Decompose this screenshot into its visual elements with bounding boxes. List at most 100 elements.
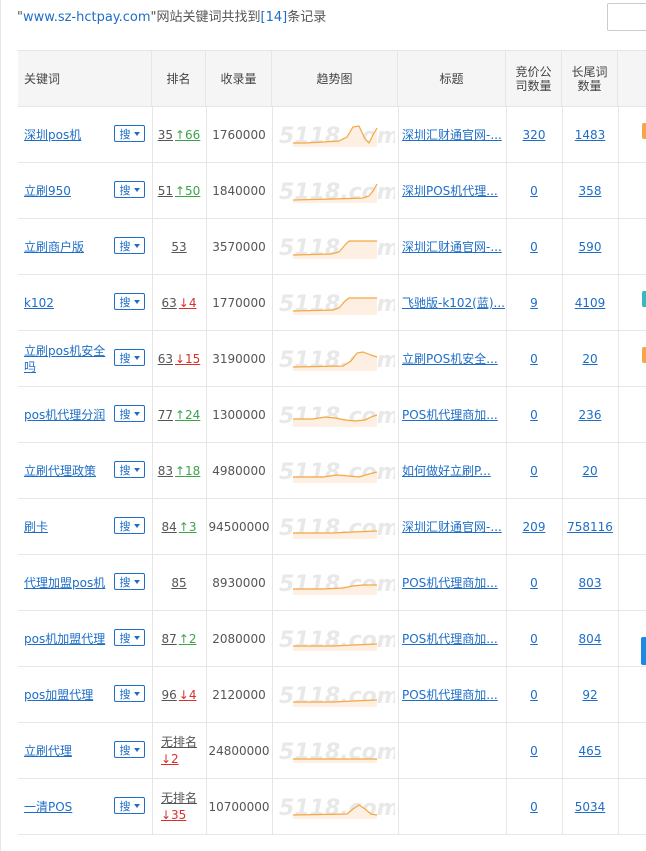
longtail-count[interactable]: 804 xyxy=(562,611,618,666)
search-dropdown-button[interactable]: 搜 xyxy=(114,573,145,590)
keyword-link[interactable]: pos加盟代理 xyxy=(24,667,110,722)
rank-cell[interactable]: 无排名 ↓35 xyxy=(152,779,206,834)
trend-chart[interactable]: 5118.com xyxy=(272,275,398,330)
competitor-count[interactable]: 9 xyxy=(506,275,562,330)
rank-cell[interactable]: 35 ↑66 xyxy=(152,107,206,162)
keyword-link[interactable]: 立刷950 xyxy=(24,163,110,218)
search-dropdown-button[interactable]: 搜 xyxy=(114,125,145,142)
search-dropdown-button[interactable]: 搜 xyxy=(114,461,145,478)
competitor-count[interactable]: 0 xyxy=(506,219,562,274)
search-dropdown-button[interactable]: 搜 xyxy=(114,237,145,254)
page-title-link[interactable]: POS机代理商加... xyxy=(402,555,506,610)
rank-cell[interactable]: 63 ↓15 xyxy=(152,331,206,386)
search-dropdown-button[interactable]: 搜 xyxy=(114,349,145,366)
longtail-count[interactable]: 5034 xyxy=(562,779,618,834)
competitor-count[interactable]: 320 xyxy=(506,107,562,162)
page-title-link[interactable]: 飞驰版-k102(蓝)... xyxy=(402,275,506,330)
keyword-link[interactable]: 代理加盟pos机 xyxy=(24,555,110,610)
page-title-link[interactable]: POS机代理商加... xyxy=(402,667,506,722)
keyword-link[interactable]: 刷卡 xyxy=(24,499,110,554)
trend-chart[interactable]: 5118.com xyxy=(272,443,398,498)
keyword-link[interactable]: 立刷商户版 xyxy=(24,219,110,274)
longtail-count[interactable]: 590 xyxy=(562,219,618,274)
rank-cell[interactable]: 51 ↑50 xyxy=(152,163,206,218)
keyword-link[interactable]: 深圳pos机 xyxy=(24,107,110,162)
col-competitors[interactable]: 竞价公 司数量 xyxy=(506,51,562,106)
rank-cell[interactable]: 63 ↓4 xyxy=(152,275,206,330)
page-title-link[interactable]: 如何做好立刷P... xyxy=(402,443,506,498)
competitor-count[interactable]: 0 xyxy=(506,611,562,666)
longtail-count[interactable]: 1483 xyxy=(562,107,618,162)
page-title-link[interactable] xyxy=(402,779,506,834)
side-float-button[interactable] xyxy=(641,637,646,665)
longtail-count[interactable]: 758116 xyxy=(562,499,618,554)
rank-cell[interactable]: 77 ↑24 xyxy=(152,387,206,442)
trend-chart[interactable]: 5118.com xyxy=(272,107,398,162)
keyword-link[interactable]: 立刷pos机安全吗 xyxy=(24,331,110,386)
page-title-link[interactable]: 深圳POS机代理... xyxy=(402,163,506,218)
trend-chart[interactable]: 5118.com xyxy=(272,387,398,442)
competitor-count[interactable]: 0 xyxy=(506,779,562,834)
competitor-count[interactable]: 0 xyxy=(506,163,562,218)
search-dropdown-button[interactable]: 搜 xyxy=(114,741,145,758)
trend-chart[interactable]: 5118.com xyxy=(272,163,398,218)
keyword-link[interactable]: k102 xyxy=(24,275,110,330)
competitor-count[interactable]: 0 xyxy=(506,723,562,778)
page-title-link[interactable]: POS机代理商加... xyxy=(402,387,506,442)
rank-cell[interactable]: 85 xyxy=(152,555,206,610)
keyword-link[interactable]: 一清POS xyxy=(24,779,110,834)
longtail-count[interactable]: 20 xyxy=(562,331,618,386)
search-dropdown-button[interactable]: 搜 xyxy=(114,293,145,310)
competitor-count[interactable]: 209 xyxy=(506,499,562,554)
rank-cell[interactable]: 96 ↓4 xyxy=(152,667,206,722)
trend-chart[interactable]: 5118.com xyxy=(272,667,398,722)
page-title-link[interactable]: 深圳汇财通官网-... xyxy=(402,107,506,162)
col-count[interactable]: 收录量 xyxy=(206,51,272,106)
page-title-link[interactable]: POS机代理商加... xyxy=(402,611,506,666)
export-select[interactable] xyxy=(607,3,646,31)
trend-chart[interactable]: 5118.com xyxy=(272,331,398,386)
longtail-count[interactable]: 4109 xyxy=(562,275,618,330)
site-link[interactable]: www.sz-hctpay.com xyxy=(23,10,151,25)
keyword-link[interactable]: pos机代理分润 xyxy=(24,387,110,442)
trend-chart[interactable]: 5118.com xyxy=(272,723,398,778)
competitor-count[interactable]: 0 xyxy=(506,443,562,498)
rank-cell[interactable]: 84 ↑3 xyxy=(152,499,206,554)
keyword-link[interactable]: pos机加盟代理 xyxy=(24,611,110,666)
longtail-count[interactable]: 236 xyxy=(562,387,618,442)
longtail-count[interactable]: 465 xyxy=(562,723,618,778)
longtail-count[interactable]: 803 xyxy=(562,555,618,610)
rank-cell[interactable]: 83 ↑18 xyxy=(152,443,206,498)
keyword-link[interactable]: 立刷代理政策 xyxy=(24,443,110,498)
search-dropdown-button[interactable]: 搜 xyxy=(114,629,145,646)
competitor-count[interactable]: 0 xyxy=(506,667,562,722)
col-rank[interactable]: 排名 xyxy=(152,51,206,106)
rank-cell[interactable]: 无排名 ↓2 xyxy=(152,723,206,778)
trend-chart[interactable]: 5118.com xyxy=(272,219,398,274)
longtail-count[interactable]: 358 xyxy=(562,163,618,218)
trend-chart[interactable]: 5118.com xyxy=(272,611,398,666)
competitor-count[interactable]: 0 xyxy=(506,555,562,610)
keyword-link[interactable]: 立刷代理 xyxy=(24,723,110,778)
status-badge xyxy=(642,347,646,363)
page-title-link[interactable]: 深圳汇财通官网-... xyxy=(402,219,506,274)
col-longtail[interactable]: 长尾词 数量 xyxy=(562,51,618,106)
trend-chart[interactable]: 5118.com xyxy=(272,499,398,554)
page-title-link[interactable]: 立刷POS机安全... xyxy=(402,331,506,386)
page-title-link[interactable] xyxy=(402,723,506,778)
longtail-count[interactable]: 20 xyxy=(562,443,618,498)
rank-cell[interactable]: 53 xyxy=(152,219,206,274)
search-dropdown-button[interactable]: 搜 xyxy=(114,797,145,814)
trend-sparkline: 5118.com xyxy=(279,124,395,149)
search-dropdown-button[interactable]: 搜 xyxy=(114,517,145,534)
search-dropdown-button[interactable]: 搜 xyxy=(114,405,145,422)
competitor-count[interactable]: 0 xyxy=(506,387,562,442)
search-dropdown-button[interactable]: 搜 xyxy=(114,181,145,198)
page-title-link[interactable]: 深圳汇财通官网-... xyxy=(402,499,506,554)
rank-cell[interactable]: 87 ↑2 xyxy=(152,611,206,666)
longtail-count[interactable]: 92 xyxy=(562,667,618,722)
trend-chart[interactable]: 5118.com xyxy=(272,555,398,610)
trend-chart[interactable]: 5118.com xyxy=(272,779,398,834)
competitor-count[interactable]: 0 xyxy=(506,331,562,386)
search-dropdown-button[interactable]: 搜 xyxy=(114,685,145,702)
